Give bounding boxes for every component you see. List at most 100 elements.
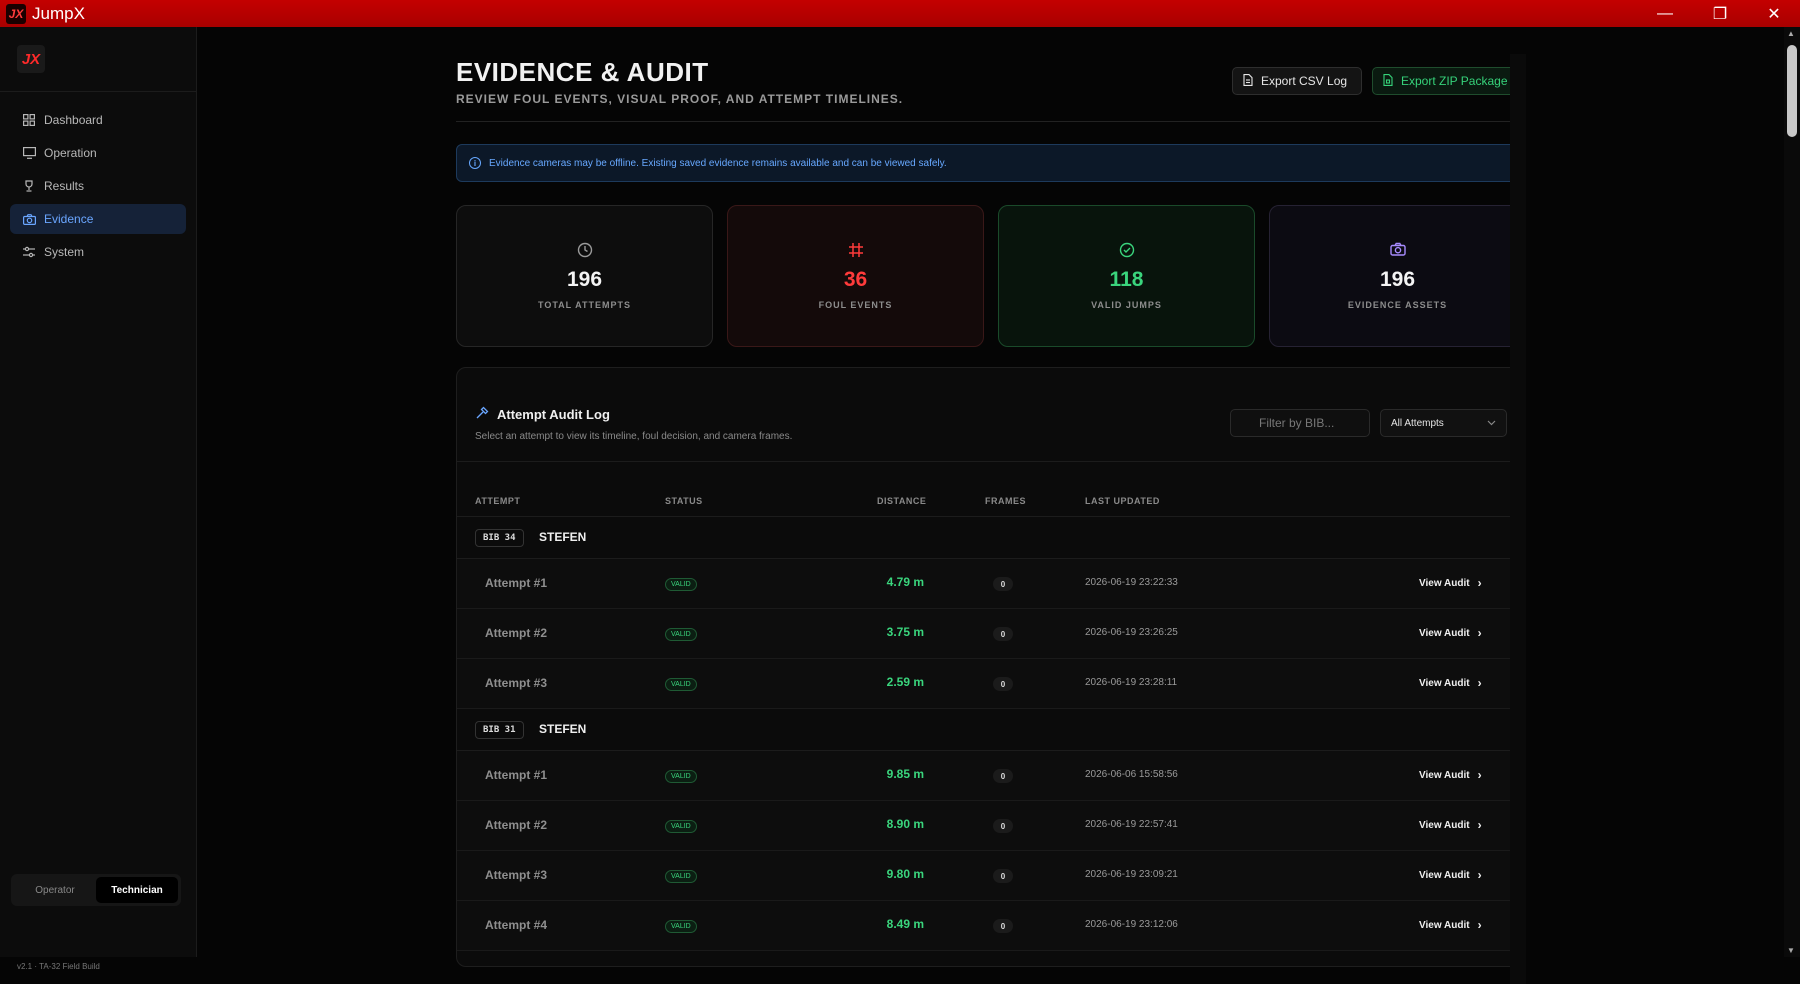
attempt-type-select[interactable]: All Attempts bbox=[1380, 409, 1507, 437]
sidebar-item-dashboard[interactable]: Dashboard bbox=[10, 105, 186, 135]
audit-title-row: Attempt Audit Log bbox=[475, 406, 792, 423]
attempt-label: Attempt #3 bbox=[485, 676, 548, 690]
frames-count: 0 bbox=[993, 869, 1013, 883]
export-zip-label: Export ZIP Package bbox=[1401, 74, 1508, 88]
view-audit-label: View Audit bbox=[1419, 869, 1470, 881]
export-zip-button[interactable]: Export ZIP Package bbox=[1372, 67, 1524, 95]
table-row[interactable]: Attempt #2 VALID 3.75 m 0 2026-06-19 23:26:2… bbox=[457, 609, 1525, 659]
view-audit-label: View Audit bbox=[1419, 919, 1470, 931]
sidebar-item-label: Operation bbox=[44, 146, 97, 160]
sidebar-item-system[interactable]: System bbox=[10, 237, 186, 267]
last-updated: 2026-06-19 23:26:25 bbox=[1085, 627, 1178, 638]
stat-valid-jumps: 118 VALID JUMPS bbox=[998, 205, 1255, 347]
table-row[interactable]: Attempt #1 VALID 4.79 m 0 2026-06-19 23:22:3… bbox=[457, 559, 1525, 609]
frames-count: 0 bbox=[993, 919, 1013, 933]
info-icon: i bbox=[469, 157, 481, 169]
view-audit-button[interactable]: View Audit › bbox=[1419, 676, 1482, 690]
distance-value: 8.49 m bbox=[886, 917, 924, 931]
table-row[interactable]: Attempt #1 VALID 9.85 m 0 2026-06-06 15:58:5… bbox=[457, 751, 1525, 801]
status-badge: VALID bbox=[665, 870, 697, 883]
frames-count: 0 bbox=[993, 577, 1013, 591]
sidebar-divider bbox=[0, 91, 197, 92]
view-audit-button[interactable]: View Audit › bbox=[1419, 626, 1482, 640]
grid-icon bbox=[22, 113, 36, 127]
scroll-up-icon[interactable]: ▲ bbox=[1787, 29, 1795, 38]
distance-value: 8.90 m bbox=[886, 817, 924, 831]
stat-foul-events: 36 FOUL EVENTS bbox=[727, 205, 984, 347]
hammer-icon bbox=[475, 406, 489, 423]
stat-label: FOUL EVENTS bbox=[818, 300, 893, 310]
view-audit-button[interactable]: View Audit › bbox=[1419, 818, 1482, 832]
attempt-label: Attempt #1 bbox=[485, 768, 548, 782]
attempt-label: Attempt #2 bbox=[485, 818, 548, 832]
clock-icon bbox=[577, 242, 593, 260]
athlete-name: STEFEN bbox=[539, 722, 587, 736]
status-badge: VALID bbox=[665, 820, 697, 833]
audit-divider bbox=[457, 461, 1525, 462]
stat-evidence-assets: 196 EVIDENCE ASSETS bbox=[1269, 205, 1526, 347]
audit-header: Attempt Audit Log Select an attempt to v… bbox=[475, 406, 792, 442]
minimize-icon[interactable]: — bbox=[1639, 0, 1691, 27]
app-title: JumpX bbox=[32, 3, 85, 23]
chevron-right-icon: › bbox=[1477, 768, 1482, 782]
chevron-right-icon: › bbox=[1477, 868, 1482, 882]
view-audit-button[interactable]: View Audit › bbox=[1419, 576, 1482, 590]
camera-icon bbox=[1389, 242, 1406, 260]
distance-value: 9.80 m bbox=[886, 867, 924, 881]
export-csv-button[interactable]: Export CSV Log bbox=[1232, 67, 1362, 95]
attempt-audit-panel: Attempt Audit Log Select an attempt to v… bbox=[456, 367, 1526, 967]
sidebar-item-results[interactable]: Results bbox=[10, 171, 186, 201]
last-updated: 2026-06-19 23:22:33 bbox=[1085, 577, 1178, 588]
role-operator-button[interactable]: Operator bbox=[14, 877, 96, 903]
column-header-distance: DISTANCE bbox=[877, 496, 927, 506]
bib-filter-input[interactable] bbox=[1230, 409, 1370, 437]
view-audit-button[interactable]: View Audit › bbox=[1419, 868, 1482, 882]
stat-label: TOTAL ATTEMPTS bbox=[538, 300, 631, 310]
page-subtitle: REVIEW FOUL EVENTS, VISUAL PROOF, AND AT… bbox=[456, 92, 904, 106]
status-badge: VALID bbox=[665, 578, 697, 591]
view-audit-button[interactable]: View Audit › bbox=[1419, 918, 1482, 932]
restore-icon[interactable]: ❐ bbox=[1694, 0, 1746, 27]
sliders-icon bbox=[22, 245, 36, 259]
scroll-down-icon[interactable]: ▼ bbox=[1787, 946, 1795, 955]
sidebar-item-operation[interactable]: Operation bbox=[10, 138, 186, 168]
document-icon bbox=[1243, 73, 1253, 89]
status-badge: VALID bbox=[665, 628, 697, 641]
check-circle-icon bbox=[1119, 242, 1135, 260]
table-row[interactable]: Attempt #3 VALID 9.80 m 0 2026-06-19 23:09:2… bbox=[457, 851, 1525, 901]
scrollbar-thumb[interactable] bbox=[1787, 45, 1797, 137]
archive-icon bbox=[1383, 73, 1393, 89]
chevron-right-icon: › bbox=[1477, 576, 1482, 590]
bib-group-header: BIB 31 STEFEN bbox=[457, 709, 1525, 751]
table-row[interactable]: Attempt #3 VALID 2.59 m 0 2026-06-19 23:28:1… bbox=[457, 659, 1525, 709]
attempt-label: Attempt #2 bbox=[485, 626, 548, 640]
export-csv-label: Export CSV Log bbox=[1261, 74, 1348, 88]
select-value: All Attempts bbox=[1391, 417, 1444, 429]
frames-count: 0 bbox=[993, 627, 1013, 641]
table-row[interactable]: Attempt #4 VALID 8.49 m 0 2026-06-19 23:12:0… bbox=[457, 901, 1525, 951]
view-audit-label: View Audit bbox=[1419, 627, 1470, 639]
vertical-scrollbar[interactable]: ▲ ▼ bbox=[1784, 27, 1800, 957]
chevron-right-icon: › bbox=[1477, 818, 1482, 832]
monitor-icon bbox=[22, 146, 36, 160]
build-version: v2.1 · TA-32 Field Build bbox=[17, 962, 100, 971]
column-header-attempt: ATTEMPT bbox=[475, 496, 521, 506]
attempt-label: Attempt #3 bbox=[485, 868, 548, 882]
last-updated: 2026-06-19 23:28:11 bbox=[1085, 677, 1178, 688]
table-row[interactable]: Attempt #2 VALID 8.90 m 0 2026-06-19 22:57:4… bbox=[457, 801, 1525, 851]
last-updated: 2026-06-19 22:57:41 bbox=[1085, 819, 1178, 830]
chevron-right-icon: › bbox=[1477, 676, 1482, 690]
chevron-right-icon: › bbox=[1477, 626, 1482, 640]
bib-group-header: BIB 34 STEFEN bbox=[457, 517, 1525, 559]
distance-value: 4.79 m bbox=[886, 575, 924, 589]
role-technician-button[interactable]: Technician bbox=[96, 877, 178, 903]
last-updated: 2026-06-06 15:58:56 bbox=[1085, 769, 1178, 780]
view-audit-label: View Audit bbox=[1419, 769, 1470, 781]
distance-value: 2.59 m bbox=[886, 675, 924, 689]
sidebar-item-evidence[interactable]: Evidence bbox=[10, 204, 186, 234]
frames-count: 0 bbox=[993, 819, 1013, 833]
view-audit-label: View Audit bbox=[1419, 819, 1470, 831]
close-icon[interactable]: ✕ bbox=[1748, 0, 1800, 27]
athlete-name: STEFEN bbox=[539, 530, 587, 544]
view-audit-button[interactable]: View Audit › bbox=[1419, 768, 1482, 782]
